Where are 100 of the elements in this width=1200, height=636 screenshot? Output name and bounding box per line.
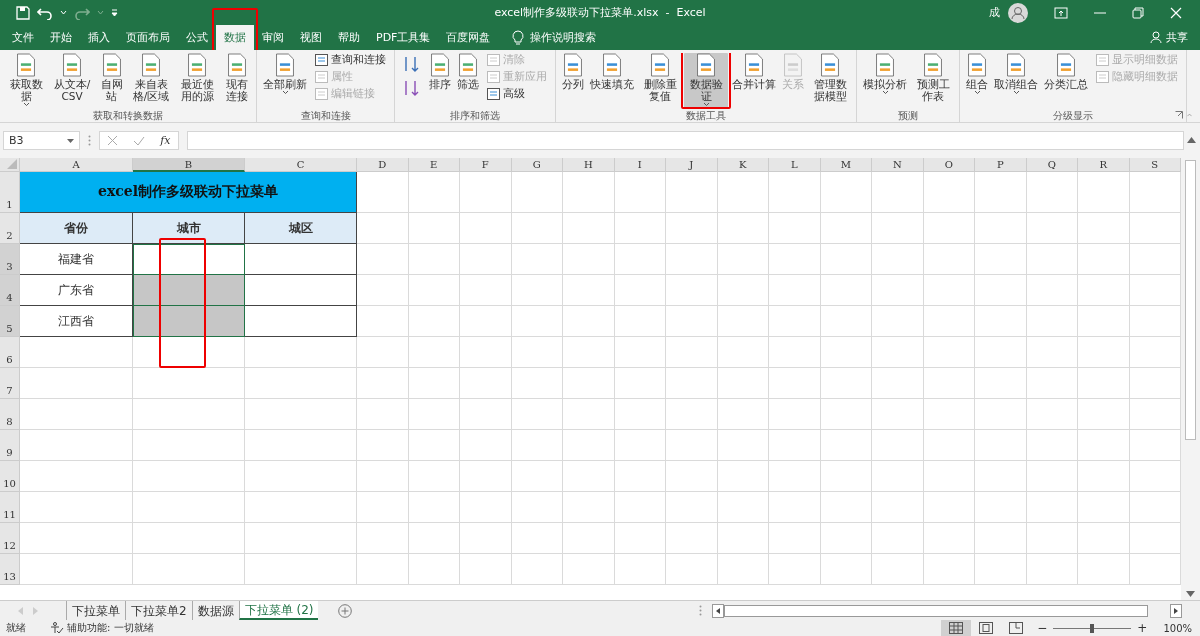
- sheet-cell[interactable]: [1078, 172, 1130, 213]
- formula-field[interactable]: [187, 131, 1184, 150]
- sheet-cell[interactable]: [975, 244, 1027, 275]
- sheet-cell[interactable]: [1026, 554, 1078, 585]
- sheet-cell[interactable]: [357, 337, 409, 368]
- row-header[interactable]: 2: [0, 213, 20, 244]
- sheet-cell[interactable]: [408, 430, 460, 461]
- sheet-cell[interactable]: [769, 306, 821, 337]
- sheet-cell[interactable]: [820, 430, 872, 461]
- column-header[interactable]: S: [1129, 158, 1181, 172]
- sheet-cell[interactable]: [408, 554, 460, 585]
- sheet-cell[interactable]: [133, 337, 245, 368]
- sheet-cell[interactable]: [20, 523, 133, 554]
- sheet-cell[interactable]: [975, 275, 1027, 306]
- sheet-cell[interactable]: [1026, 244, 1078, 275]
- sheet-cell[interactable]: [666, 337, 718, 368]
- column-header[interactable]: F: [460, 158, 512, 172]
- sheet-cell[interactable]: [563, 213, 615, 244]
- sheet-cell[interactable]: [923, 213, 975, 244]
- caret-icon[interactable]: [60, 9, 67, 16]
- sheet-cell[interactable]: [20, 554, 133, 585]
- sheet-cell[interactable]: [20, 368, 133, 399]
- close-icon[interactable]: [1170, 6, 1182, 19]
- sheet-cell[interactable]: [408, 275, 460, 306]
- ribbon-button[interactable]: 快速填充: [588, 53, 636, 109]
- sheet-cell[interactable]: [460, 554, 512, 585]
- sheet-cell[interactable]: [460, 306, 512, 337]
- table-cell[interactable]: [133, 244, 245, 275]
- sheet-cell[interactable]: [975, 213, 1027, 244]
- scrollbar-thumb[interactable]: [724, 604, 1148, 617]
- sheet-cell[interactable]: [975, 554, 1027, 585]
- ribbon-button[interactable]: 筛选: [455, 53, 481, 109]
- sheet-cell[interactable]: [1026, 306, 1078, 337]
- sheet-cell[interactable]: [357, 275, 409, 306]
- sheet-cell[interactable]: [872, 399, 924, 430]
- sheet-cell[interactable]: [975, 492, 1027, 523]
- add-sheet-icon[interactable]: [338, 603, 353, 618]
- sheet-cell[interactable]: [975, 399, 1027, 430]
- ribbon-button[interactable]: 获取数据: [4, 53, 48, 109]
- share-button[interactable]: 共享: [1166, 30, 1200, 45]
- person-icon[interactable]: [1150, 31, 1163, 44]
- ribbon-button[interactable]: 现有连接: [221, 53, 252, 109]
- sheet-cell[interactable]: [769, 430, 821, 461]
- row-header[interactable]: 8: [0, 399, 20, 430]
- ribbon-button[interactable]: 最近使用的源: [175, 53, 219, 109]
- sheet-cell[interactable]: [717, 368, 769, 399]
- sheet-cell[interactable]: [511, 554, 563, 585]
- sheet-cell[interactable]: [1078, 461, 1130, 492]
- sheet-cell[interactable]: [923, 306, 975, 337]
- sheet-cell[interactable]: [820, 461, 872, 492]
- sheet-cell[interactable]: [666, 523, 718, 554]
- row-header[interactable]: 13: [0, 554, 20, 585]
- row-header[interactable]: 4: [0, 275, 20, 306]
- sheet-cell[interactable]: [923, 523, 975, 554]
- ribbon-tab[interactable]: 插入: [80, 25, 118, 50]
- accessibility-status[interactable]: 辅助功能: 一切就绪: [67, 621, 154, 635]
- column-header[interactable]: H: [563, 158, 615, 172]
- sheet-cell[interactable]: [357, 492, 409, 523]
- sheet-cell[interactable]: [460, 275, 512, 306]
- sheet-cell[interactable]: [133, 523, 245, 554]
- ribbon-button[interactable]: 取消组合: [992, 53, 1040, 109]
- sheet-cell[interactable]: [614, 430, 666, 461]
- scroll-up-icon[interactable]: [1187, 137, 1196, 143]
- sheet-cell[interactable]: [563, 275, 615, 306]
- sheet-cell[interactable]: [1026, 368, 1078, 399]
- sheet-cell[interactable]: [1078, 306, 1130, 337]
- sheet-cell[interactable]: [666, 430, 718, 461]
- next-sheet-icon[interactable]: [33, 606, 38, 615]
- sheet-cell[interactable]: [563, 523, 615, 554]
- sheet-cell[interactable]: [769, 244, 821, 275]
- lightbulb-icon[interactable]: [512, 30, 525, 45]
- sheet-cell[interactable]: [975, 368, 1027, 399]
- sheet-cell[interactable]: [20, 461, 133, 492]
- ribbon-button[interactable]: 来自表格/区域: [129, 53, 173, 109]
- sheet-cell[interactable]: [820, 554, 872, 585]
- sheet-cell[interactable]: [245, 337, 357, 368]
- sheet-cell[interactable]: [769, 368, 821, 399]
- sheet-cell[interactable]: [923, 275, 975, 306]
- column-header[interactable]: K: [717, 158, 769, 172]
- column-header[interactable]: B: [133, 158, 245, 172]
- user-name[interactable]: 成: [989, 5, 1000, 20]
- sheet-cell[interactable]: [460, 492, 512, 523]
- sheet-cell[interactable]: [511, 172, 563, 213]
- sheet-cell[interactable]: [717, 554, 769, 585]
- restore-icon[interactable]: [1132, 6, 1144, 19]
- sheet-cell[interactable]: [1026, 172, 1078, 213]
- sheet-cell[interactable]: [923, 430, 975, 461]
- sheet-cell[interactable]: [923, 337, 975, 368]
- sheet-cell[interactable]: [717, 399, 769, 430]
- ribbon-tab[interactable]: 百度网盘: [438, 25, 499, 50]
- sheet-cell[interactable]: [357, 172, 409, 213]
- sheet-cell[interactable]: [357, 554, 409, 585]
- sheet-cell[interactable]: [460, 172, 512, 213]
- ribbon-button[interactable]: 查询和连接: [315, 53, 386, 67]
- sheet-cell[interactable]: [717, 213, 769, 244]
- sheet-cell[interactable]: [563, 461, 615, 492]
- sheet-cell[interactable]: [357, 213, 409, 244]
- sheet-cell[interactable]: [820, 172, 872, 213]
- sheet-cell[interactable]: [563, 172, 615, 213]
- row-header[interactable]: 3: [0, 244, 20, 275]
